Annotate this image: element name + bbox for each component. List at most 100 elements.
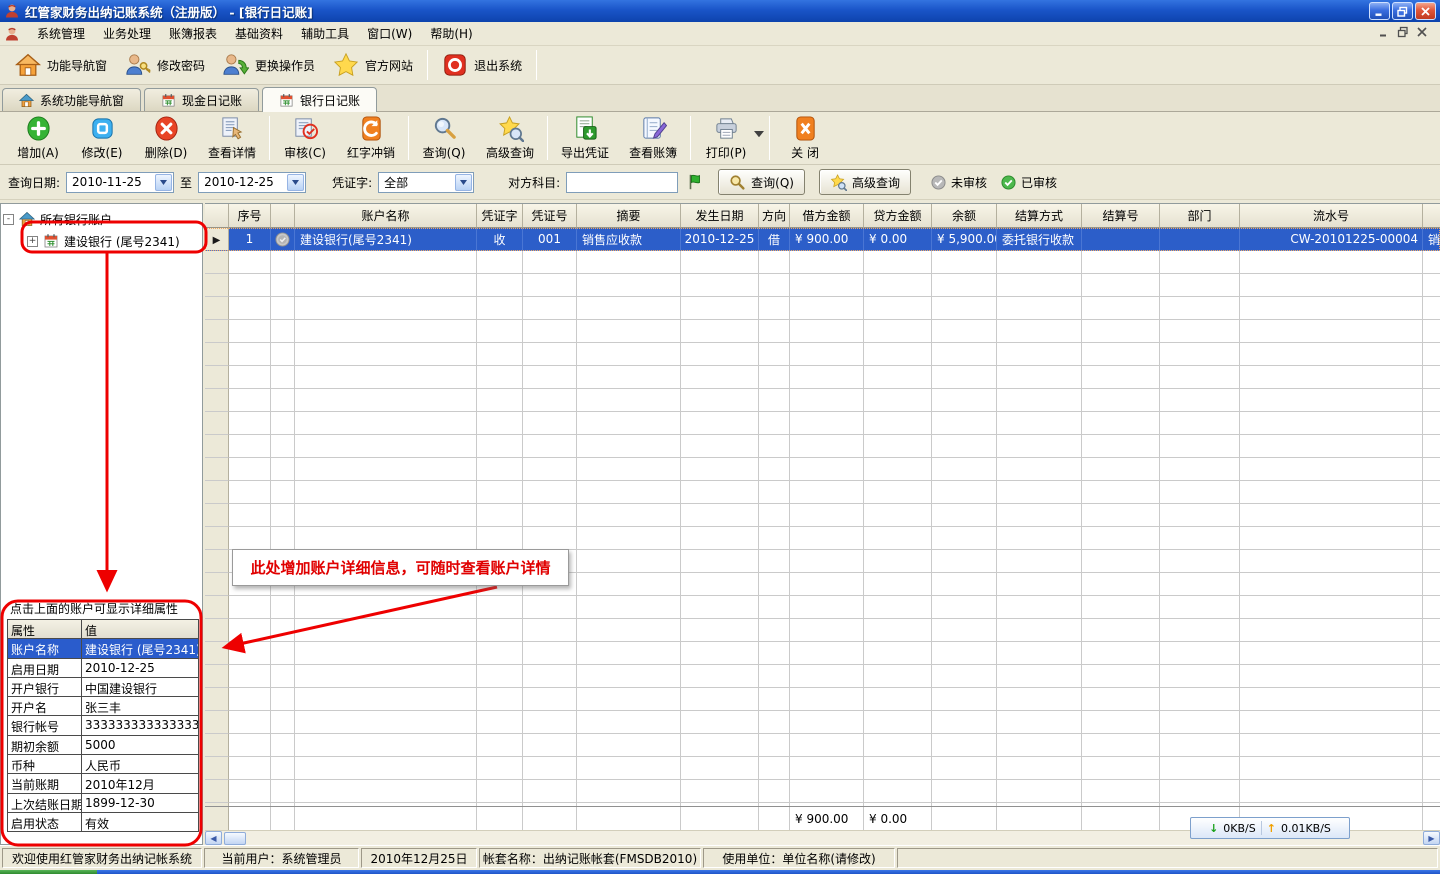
property-name-header: 属性 xyxy=(8,620,82,638)
empty-cell xyxy=(295,458,477,481)
empty-cell xyxy=(577,665,681,688)
column-header-余额[interactable]: 余额 xyxy=(932,204,997,228)
menu-item-基础资料[interactable]: 基础资料 xyxy=(226,22,292,45)
mdi-minimize-button[interactable] xyxy=(1378,26,1390,41)
action-button-高级查询[interactable]: 高级查询 xyxy=(476,113,544,163)
action-button-删除(D)[interactable]: 删除(D) xyxy=(134,113,198,163)
action-button-查询(Q)[interactable]: 查询(Q) xyxy=(412,113,476,163)
advanced-query-button[interactable]: 高级查询 xyxy=(819,169,911,195)
voucher-type-combobox[interactable]: 全部 xyxy=(378,172,474,193)
toolbar-button-官方网站[interactable]: 官方网站 xyxy=(324,48,422,82)
action-button-增加(A)[interactable]: 增加(A) xyxy=(6,113,70,163)
empty-cell xyxy=(205,251,229,274)
action-button-查看详情[interactable]: 查看详情 xyxy=(198,113,266,163)
empty-cell xyxy=(271,642,295,665)
toolbar-button-更换操作员[interactable]: 更换操作员 xyxy=(214,48,324,82)
home-small-icon xyxy=(19,211,35,227)
scroll-left-icon[interactable]: ◀ xyxy=(205,831,222,845)
mdi-restore-button[interactable] xyxy=(1397,26,1409,41)
empty-cell xyxy=(864,412,932,435)
column-header-结算号[interactable]: 结算号 xyxy=(1082,204,1160,228)
empty-cell xyxy=(1082,711,1160,734)
empty-cell xyxy=(477,688,523,711)
toolbar-button-功能导航窗[interactable]: 功能导航窗 xyxy=(6,48,116,82)
column-header-摘要[interactable]: 摘要 xyxy=(577,204,681,228)
action-button-导出凭证[interactable]: 导出凭证 xyxy=(551,113,619,163)
toolbar-button-退出系统[interactable]: 退出系统 xyxy=(433,48,531,82)
chevron-down-icon[interactable] xyxy=(455,174,472,191)
empty-cell xyxy=(1240,665,1423,688)
opponent-account-input[interactable] xyxy=(566,172,678,193)
empty-cell xyxy=(523,665,577,688)
column-header-序号[interactable]: 序号 xyxy=(229,204,271,228)
empty-cell xyxy=(864,297,932,320)
chevron-down-icon[interactable] xyxy=(287,174,304,191)
column-header-贷方金额[interactable]: 贷方金额 xyxy=(864,204,932,228)
empty-cell xyxy=(205,550,229,573)
column-header-凭证号[interactable]: 凭证号 xyxy=(523,204,577,228)
close-button[interactable] xyxy=(1415,2,1436,20)
action-button-查看账簿[interactable]: 查看账簿 xyxy=(619,113,687,163)
column-header-流水号[interactable]: 流水号 xyxy=(1240,204,1423,228)
date-to-combobox[interactable]: 2010-12-25 xyxy=(198,172,306,193)
column-header-借方金额[interactable]: 借方金额 xyxy=(790,204,864,228)
minimize-button[interactable] xyxy=(1369,2,1390,20)
tab-系统功能导航窗[interactable]: 系统功能导航窗 xyxy=(2,88,141,111)
tree-node-all-bank-accounts[interactable]: - 所有银行账户 xyxy=(3,208,200,230)
tab-银行日记账[interactable]: 银行日记账 xyxy=(262,87,377,112)
column-header-audit-badge[interactable] xyxy=(271,204,295,228)
action-button-修改(E)[interactable]: 修改(E) xyxy=(70,113,134,163)
column-header-凭证字[interactable]: 凭证字 xyxy=(477,204,523,228)
date-from-combobox[interactable]: 2010-11-25 xyxy=(66,172,174,193)
tree-node-construction-bank[interactable]: + 建设银行 (尾号2341) xyxy=(3,230,200,252)
action-button-审核(C)[interactable]: 审核(C) xyxy=(273,113,337,163)
mdi-close-button[interactable] xyxy=(1416,26,1428,41)
empty-cell xyxy=(1423,596,1440,619)
toolbar-button-修改密码[interactable]: 修改密码 xyxy=(116,48,214,82)
empty-cell xyxy=(577,251,681,274)
empty-cell xyxy=(1423,780,1440,803)
tab-现金日记账[interactable]: 现金日记账 xyxy=(144,88,259,111)
cell-序号: 1 xyxy=(229,228,271,251)
menu-item-系统管理[interactable]: 系统管理 xyxy=(28,22,94,45)
action-button-关 闭[interactable]: 关 闭 xyxy=(773,113,837,163)
detail-doc-icon xyxy=(219,115,246,142)
menu-item-窗口(W)[interactable]: 窗口(W) xyxy=(358,22,421,45)
menu-item-帮助(H)[interactable]: 帮助(H) xyxy=(421,22,481,45)
action-button-红字冲销[interactable]: 红字冲销 xyxy=(337,113,405,163)
chevron-down-icon[interactable] xyxy=(155,174,172,191)
column-header-部门[interactable]: 部门 xyxy=(1160,204,1240,228)
empty-cell xyxy=(681,274,759,297)
scrollbar-thumb[interactable] xyxy=(224,832,246,845)
restore-button[interactable] xyxy=(1392,2,1413,20)
menu-item-辅助工具[interactable]: 辅助工具 xyxy=(292,22,358,45)
menu-item-账簿报表[interactable]: 账簿报表 xyxy=(160,22,226,45)
empty-cell xyxy=(997,504,1082,527)
action-button-打印(P)[interactable]: 打印(P) xyxy=(694,113,758,163)
book-view-icon xyxy=(640,115,667,142)
flag-icon[interactable] xyxy=(686,173,704,191)
column-header-结算方式[interactable]: 结算方式 xyxy=(997,204,1082,228)
empty-cell xyxy=(1240,711,1423,734)
start-button-sliver[interactable] xyxy=(0,870,97,874)
column-header-clipped-column[interactable] xyxy=(1423,204,1440,228)
network-speed-indicator: ↓ 0KB/S ↑ 0.01KB/S xyxy=(1190,817,1350,839)
expand-expander-icon[interactable]: + xyxy=(27,236,38,247)
empty-row xyxy=(205,412,1440,435)
query-button[interactable]: 查询(Q) xyxy=(718,169,805,195)
table-row[interactable]: 1建设银行(尾号2341)收001销售应收款2010-12-25借¥ 900.0… xyxy=(205,228,1440,251)
column-header-账户名称[interactable]: 账户名称 xyxy=(295,204,477,228)
column-header-发生日期[interactable]: 发生日期 xyxy=(681,204,759,228)
menu-item-业务处理[interactable]: 业务处理 xyxy=(94,22,160,45)
empty-cell xyxy=(1423,435,1440,458)
column-header-方向[interactable]: 方向 xyxy=(759,204,790,228)
collapse-expander-icon[interactable]: - xyxy=(3,214,14,225)
empty-cell xyxy=(295,665,477,688)
empty-cell xyxy=(477,665,523,688)
scroll-right-icon[interactable]: ▶ xyxy=(1423,831,1440,845)
empty-cell xyxy=(577,481,681,504)
empty-cell xyxy=(577,412,681,435)
column-header-row-marker[interactable] xyxy=(205,204,229,228)
empty-cell xyxy=(1160,320,1240,343)
empty-cell xyxy=(229,527,271,550)
